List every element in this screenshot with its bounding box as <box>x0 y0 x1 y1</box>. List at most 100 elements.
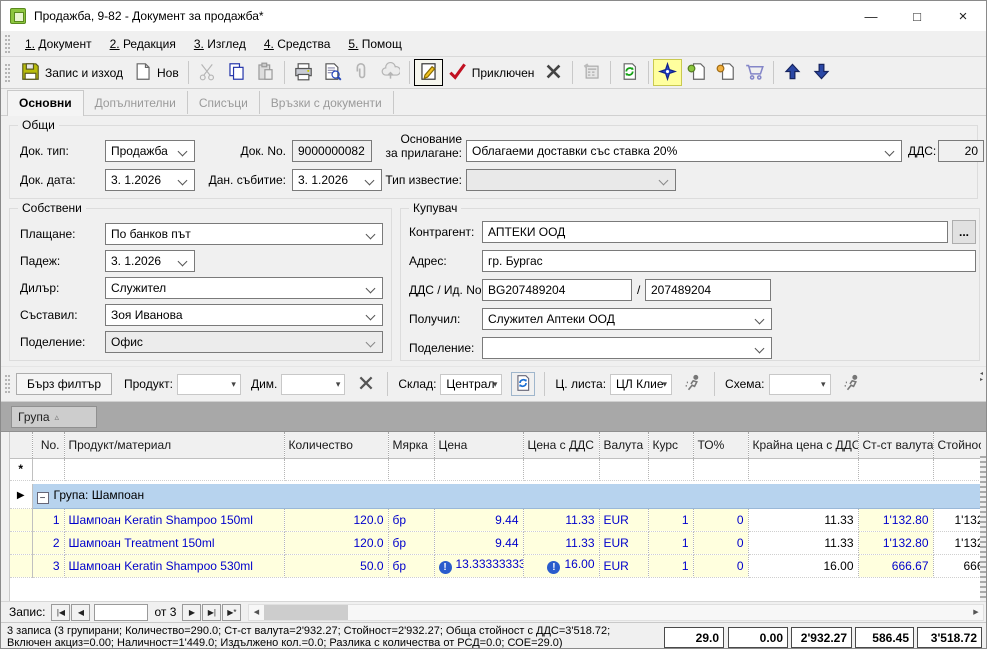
cell-currency[interactable]: EUR <box>599 508 648 531</box>
tab-document-links[interactable]: Връзки с документи <box>260 91 394 114</box>
cell-discount[interactable]: 0 <box>693 508 748 531</box>
cell-rate[interactable]: 1 <box>648 554 693 577</box>
grid-group-row[interactable]: ▶ −Група: Шампоан <box>10 484 981 508</box>
contractor-input[interactable] <box>482 221 948 243</box>
tab-main[interactable]: Основни <box>7 90 84 116</box>
cell-value[interactable]: 1'132 <box>933 531 981 554</box>
cell-final-price[interactable]: 11.33 <box>748 531 858 554</box>
cell-product[interactable]: Шампоан Treatment 150ml <box>64 531 284 554</box>
copy-document-green-button[interactable] <box>682 59 711 86</box>
cell-qty[interactable]: 120.0 <box>284 531 388 554</box>
cell-unit[interactable]: бр <box>388 554 434 577</box>
dim-filter-combo[interactable]: ▾ <box>281 374 345 395</box>
cell-final-price[interactable]: 16.00 <box>748 554 858 577</box>
cell-value[interactable]: 666 <box>933 554 981 577</box>
product-filter-combo[interactable]: ▾ <box>177 374 241 395</box>
minimize-button[interactable]: — <box>848 1 894 31</box>
cell-price[interactable]: 9.44 <box>434 508 523 531</box>
header-currency[interactable]: Валута <box>599 432 648 458</box>
cell-no[interactable]: 1 <box>32 508 64 531</box>
cell-no[interactable]: 2 <box>32 531 64 554</box>
header-final-price[interactable]: Крайна цена с ДДС <box>748 432 858 458</box>
cell-qty[interactable]: 120.0 <box>284 508 388 531</box>
contractor-browse-button[interactable]: ... <box>952 220 976 244</box>
cell-no[interactable]: 3 <box>32 554 64 577</box>
scroll-left-icon[interactable]: ◀ <box>249 605 263 620</box>
cell-qty[interactable]: 50.0 <box>284 554 388 577</box>
menu-edit[interactable]: 2. Редакция <box>101 34 185 54</box>
menu-grip[interactable] <box>5 35 10 53</box>
refresh-document-button[interactable] <box>615 59 644 86</box>
address-input[interactable] <box>482 250 976 272</box>
header-quantity[interactable]: Количество <box>284 432 388 458</box>
cell-product[interactable]: Шампоан Keratin Shampoo 530ml <box>64 554 284 577</box>
cell-final-price[interactable]: 11.33 <box>748 508 858 531</box>
cart-button[interactable] <box>740 59 769 86</box>
cell-rate[interactable]: 1 <box>648 508 693 531</box>
header-price[interactable]: Цена <box>434 432 523 458</box>
due-date-combo[interactable]: 3. 1.2026 <box>105 250 195 272</box>
header-value-currency[interactable]: Ст-ст валута <box>858 432 933 458</box>
grid-new-row[interactable]: * <box>10 458 981 480</box>
menu-view[interactable]: 3. Изглед <box>185 34 255 54</box>
scheme-combo[interactable]: ▾ <box>769 374 831 395</box>
vat-number-input[interactable] <box>482 279 632 301</box>
menu-help[interactable]: 5. Помощ <box>339 34 410 54</box>
header-product[interactable]: Продукт/материал <box>64 432 284 458</box>
author-combo[interactable]: Зоя Иванова <box>105 304 383 326</box>
edit-mode-button[interactable] <box>414 59 443 86</box>
save-exit-button[interactable]: Запис и изход <box>16 59 128 86</box>
header-value[interactable]: Стойност <box>933 432 981 458</box>
grid-horizontal-scrollbar[interactable]: ◀ ▶ <box>248 604 984 621</box>
payment-combo[interactable]: По банков път <box>105 223 383 245</box>
menu-document[interactable]: 1. Документ <box>16 34 101 54</box>
cell-value-currency[interactable]: 666.67 <box>858 554 933 577</box>
cell-value-currency[interactable]: 1'132.80 <box>858 531 933 554</box>
id-number-input[interactable] <box>645 279 771 301</box>
table-row[interactable]: 1 Шампоан Keratin Shampoo 150ml 120.0 бр… <box>10 508 981 531</box>
cell-discount[interactable]: 0 <box>693 531 748 554</box>
delete-button[interactable] <box>539 59 568 86</box>
cell-unit[interactable]: бр <box>388 531 434 554</box>
menu-tools[interactable]: 4. Средства <box>255 34 340 54</box>
own-division-combo[interactable]: Офис <box>105 331 383 353</box>
last-record-button[interactable]: ▶| <box>202 604 221 621</box>
header-discount[interactable]: ТО% <box>693 432 748 458</box>
header-unit[interactable]: Мярка <box>388 432 434 458</box>
maximize-button[interactable]: □ <box>894 1 940 31</box>
group-by-column-button[interactable]: Група ▵ <box>11 406 97 428</box>
cell-value[interactable]: 1'132 <box>933 508 981 531</box>
table-row[interactable]: 3 Шампоан Keratin Shampoo 530ml 50.0 бр … <box>10 554 981 577</box>
new-record-button[interactable]: ▶* <box>222 604 241 621</box>
tab-lists[interactable]: Списъци <box>188 91 260 114</box>
prev-record-button[interactable]: ◀ <box>71 604 90 621</box>
cell-price-vat[interactable]: 11.33 <box>523 531 599 554</box>
filter-overflow-arrows[interactable]: ◂▸ <box>978 371 985 383</box>
copy-document-orange-button[interactable] <box>711 59 740 86</box>
doc-date-combo[interactable]: 3. 1.2026 <box>105 169 195 191</box>
filter-grip[interactable] <box>5 375 10 393</box>
grid-vertical-scrollbar[interactable] <box>980 456 986 601</box>
doc-type-combo[interactable]: Продажба <box>105 140 195 162</box>
cell-price[interactable]: 9.44 <box>434 531 523 554</box>
cell-value-currency[interactable]: 1'132.80 <box>858 508 933 531</box>
close-button[interactable]: × <box>940 1 986 31</box>
scroll-right-icon[interactable]: ▶ <box>969 605 983 620</box>
reload-availability-button[interactable] <box>511 372 535 396</box>
cell-unit[interactable]: бр <box>388 508 434 531</box>
warehouse-combo[interactable]: Централ ▾ <box>440 374 502 395</box>
cell-discount[interactable]: 0 <box>693 554 748 577</box>
print-preview-button[interactable] <box>318 59 347 86</box>
scrollbar-thumb[interactable] <box>264 605 348 620</box>
record-position-input[interactable] <box>94 604 148 621</box>
print-button[interactable] <box>289 59 318 86</box>
cell-product[interactable]: Шампоан Keratin Shampoo 150ml <box>64 508 284 531</box>
received-by-combo[interactable]: Служител Аптеки ООД <box>482 308 772 330</box>
new-button[interactable]: Нов <box>128 59 184 86</box>
cell-rate[interactable]: 1 <box>648 531 693 554</box>
cell-price-vat[interactable]: !16.00 <box>523 554 599 577</box>
cell-currency[interactable]: EUR <box>599 554 648 577</box>
dealer-combo[interactable]: Служител <box>105 277 383 299</box>
move-up-button[interactable] <box>778 59 807 86</box>
header-rate[interactable]: Курс <box>648 432 693 458</box>
